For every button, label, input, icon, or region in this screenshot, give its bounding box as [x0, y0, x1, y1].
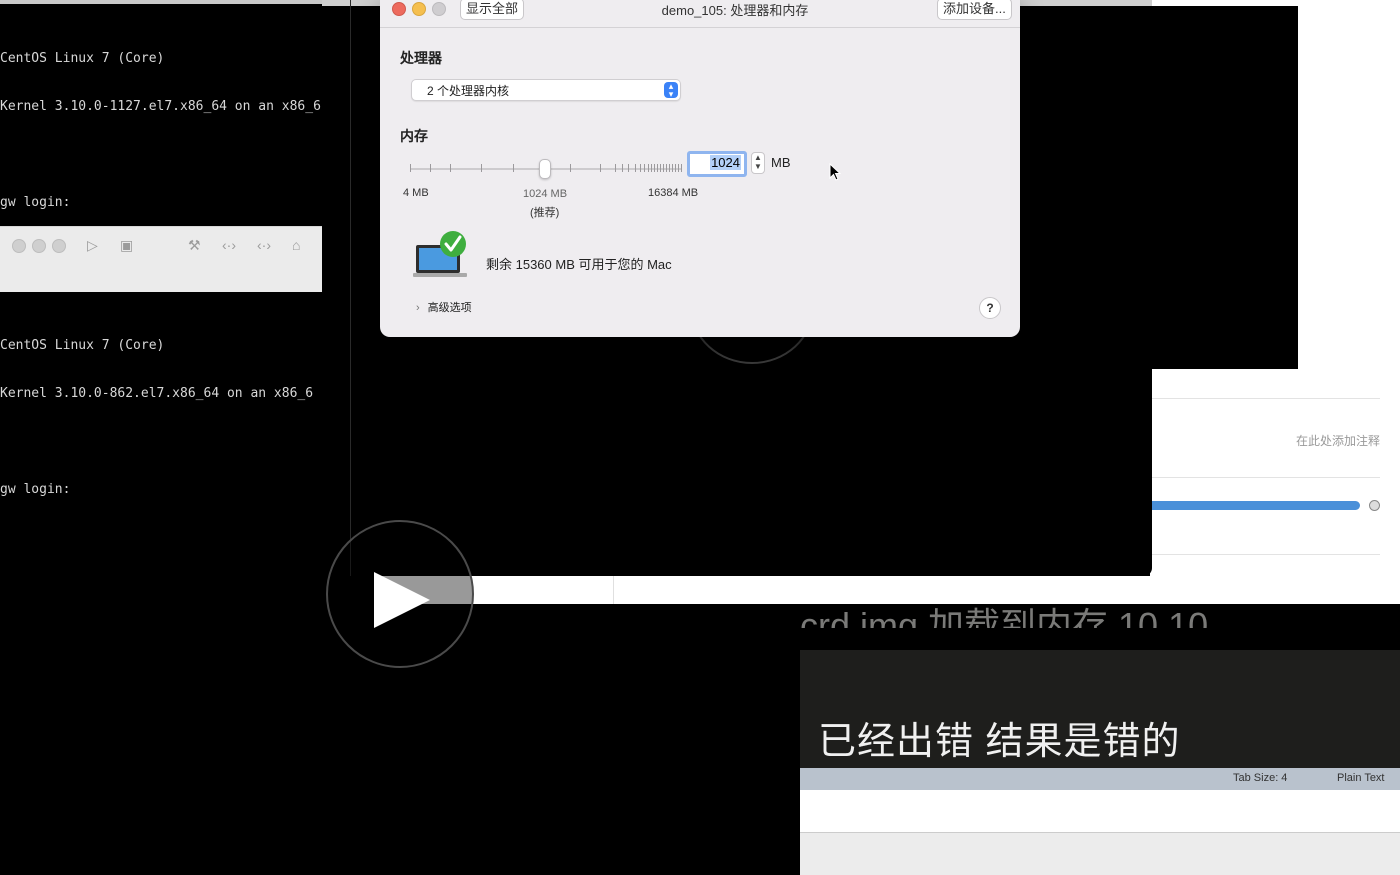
- mac-laptop-icon: [413, 231, 467, 277]
- slider-tick: [644, 164, 645, 172]
- advanced-options-label: 高级选项: [427, 302, 472, 314]
- processor-count-value: 2 个处理器内核: [427, 84, 510, 98]
- processor-memory-dialog: 显示全部 demo_105: 处理器和内存 添加设备... 处理器 2 个处理器…: [380, 0, 1020, 337]
- snapshot-icon[interactable]: ▣: [120, 237, 133, 254]
- slider-tick: [600, 164, 601, 172]
- chevron-updown-icon: ▴ ▾: [664, 82, 678, 99]
- disk-icon[interactable]: ⌂: [292, 237, 300, 253]
- divider: [1150, 554, 1380, 555]
- dialog-titlebar: 显示全部 demo_105: 处理器和内存 添加设备...: [380, 0, 1020, 28]
- memory-stepper[interactable]: ▲ ▼: [751, 152, 765, 174]
- slider-tick: [513, 164, 514, 172]
- advanced-options-disclosure[interactable]: › 高级选项: [416, 299, 472, 315]
- window-edge: [0, 0, 322, 4]
- play-icon[interactable]: ▷: [87, 237, 98, 254]
- minimize-button[interactable]: [32, 239, 46, 253]
- comment-placeholder[interactable]: 在此处添加注释: [1296, 432, 1380, 449]
- vm-window-toolbar: ▷ ▣ ⚒ ‹·› ‹·› ⌂: [0, 226, 322, 293]
- console-output: CentOS Linux 7 (Core) Kernel 3.10.0-862.…: [0, 306, 313, 530]
- slider-tick: [635, 164, 636, 172]
- usb-icon[interactable]: ‹·›: [257, 237, 271, 253]
- play-icon: [374, 572, 430, 628]
- slider-tick: [628, 164, 629, 172]
- vm-console-top[interactable]: CentOS Linux 7 (Core) Kernel 3.10.0-1127…: [0, 0, 322, 226]
- slider-tick: [640, 164, 641, 172]
- tab-size-selector[interactable]: Tab Size: 4: [1233, 772, 1287, 784]
- play-button[interactable]: [326, 520, 474, 668]
- memory-size-input[interactable]: 1024: [687, 151, 747, 177]
- console-output: CentOS Linux 7 (Core) Kernel 3.10.0-1127…: [0, 19, 321, 226]
- slider-tick: [678, 164, 679, 172]
- help-button[interactable]: ?: [979, 297, 1001, 319]
- slider-tick: [430, 164, 431, 172]
- divider: [1150, 477, 1380, 478]
- slider-tick: [675, 164, 676, 172]
- editor-current-line[interactable]: 已经出错 结果是错的: [818, 710, 1181, 765]
- editor-line-partial: crd.img 加载到内存 10 10: [800, 605, 1209, 628]
- editor-footer: [800, 833, 1400, 875]
- slider-max-label: 16384 MB: [648, 187, 699, 199]
- checkmark-icon: [440, 231, 466, 257]
- console-line: gw login:: [0, 482, 71, 497]
- vm-console-bottom[interactable]: CentOS Linux 7 (Core) Kernel 3.10.0-862.…: [0, 292, 322, 875]
- slider-tick: [657, 164, 658, 172]
- video-preview: [1150, 6, 1298, 369]
- slider-tick: [450, 164, 451, 172]
- slider-tick: [622, 164, 623, 172]
- processor-section-label: 处理器: [400, 50, 442, 66]
- slider-tick: [648, 164, 649, 172]
- text-editor[interactable]: crd.img 加载到内存 10 10 已经出错 结果是错的 Tab Size:…: [800, 604, 1400, 875]
- slider-min-label: 4 MB: [403, 187, 429, 199]
- memory-slider-knob[interactable]: [539, 159, 551, 179]
- zoom-button[interactable]: [52, 239, 66, 253]
- slider-tick: [660, 164, 661, 172]
- memory-unit-label: MB: [771, 155, 791, 170]
- console-line: Kernel 3.10.0-862.el7.x86_64 on an x86_6: [0, 386, 314, 401]
- console-line: CentOS Linux 7 (Core): [0, 338, 165, 353]
- slider-tick: [615, 164, 616, 172]
- notes-pane: 在此处添加注释: [1150, 0, 1400, 604]
- slider-tick: [481, 164, 482, 172]
- slider-tick: [654, 164, 655, 172]
- slider-recommended-note: (推荐): [530, 207, 560, 219]
- slider-tick: [663, 164, 664, 172]
- language-selector[interactable]: Plain Text: [1337, 772, 1385, 784]
- mouse-cursor-icon: [829, 163, 841, 181]
- slider-tick: [570, 164, 571, 172]
- console-line: gw login:: [0, 195, 71, 210]
- slider-tick: [672, 164, 673, 172]
- slider-tick: [669, 164, 670, 172]
- slider-recommended-label: 1024 MB: [523, 188, 568, 200]
- close-button[interactable]: [12, 239, 26, 253]
- progress-bar[interactable]: [1150, 501, 1360, 510]
- memory-size-value: 1024: [710, 155, 741, 170]
- progress-knob[interactable]: [1369, 500, 1380, 511]
- memory-section-label: 内存: [400, 128, 428, 144]
- wrench-icon[interactable]: ⚒: [188, 237, 201, 254]
- divider: [613, 576, 614, 604]
- slider-tick: [651, 164, 652, 172]
- console-line: Kernel 3.10.0-1127.el7.x86_64 on an x86_…: [0, 99, 321, 114]
- status-bar: Tab Size: 4 Plain Text: [800, 768, 1400, 790]
- console-line: CentOS Linux 7 (Core): [0, 51, 165, 66]
- find-bar: [800, 790, 1400, 833]
- divider: [1150, 398, 1380, 399]
- memory-availability-status: 剩余 15360 MB 可用于您的 Mac: [486, 257, 672, 272]
- slider-tick: [410, 164, 411, 172]
- slider-tick: [666, 164, 667, 172]
- processor-count-select[interactable]: 2 个处理器内核 ▴ ▾: [411, 79, 681, 101]
- slider-tick: [681, 164, 682, 172]
- chevron-right-icon: ›: [416, 302, 420, 314]
- add-device-button[interactable]: 添加设备...: [937, 0, 1012, 20]
- window-edge: [350, 0, 351, 576]
- network-icon[interactable]: ‹·›: [222, 237, 236, 253]
